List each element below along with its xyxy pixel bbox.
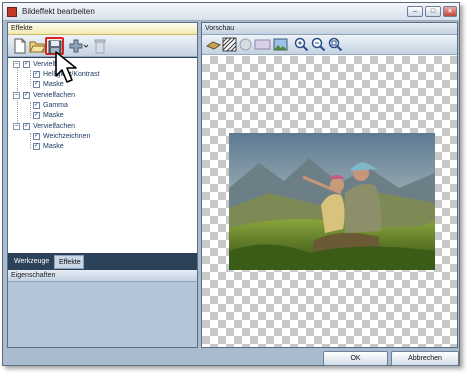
checkbox[interactable]: ✓ (33, 101, 40, 109)
checkbox[interactable]: ✓ (33, 80, 40, 88)
effects-tree: – ✓ Vervielfa ✓ Helligkeit/Kontrast ✓ Maske … (8, 58, 197, 253)
preview-image (229, 133, 435, 270)
app-icon (7, 7, 17, 17)
tree-node-group[interactable]: – ✓ Vervielfachen (13, 122, 75, 132)
preview-header: Vorschau (202, 23, 457, 35)
tree-node-effect[interactable]: ✓ Weichzeichnen (33, 132, 90, 142)
minimize-button[interactable]: – (407, 6, 423, 17)
tree-node-effect[interactable]: ✓ Maske (33, 111, 64, 121)
ok-button[interactable]: OK (323, 351, 388, 366)
effects-header: Effekte (8, 23, 197, 35)
close-button[interactable]: × (443, 6, 457, 17)
preview-canvas[interactable] (202, 56, 457, 347)
checkbox[interactable]: ✓ (33, 142, 40, 150)
delete-icon[interactable] (92, 38, 108, 54)
collapse-icon[interactable]: – (13, 60, 20, 68)
panel-tabs: Werkzeuge Effekte (8, 254, 197, 269)
circle-mask-icon[interactable] (238, 37, 253, 52)
tab-werkzeuge[interactable]: Werkzeuge (10, 255, 53, 269)
maximize-button[interactable]: □ (425, 6, 441, 17)
rect-mask-icon[interactable] (254, 37, 271, 52)
tree-node-effect[interactable]: ✓ Maske (33, 142, 64, 152)
zoom-out-icon[interactable] (311, 37, 326, 52)
open-folder-icon[interactable] (29, 38, 46, 54)
image-icon[interactable] (273, 37, 288, 52)
preview-toolbar (202, 35, 457, 55)
tree-node-group[interactable]: – ✓ Vervielfachen (13, 91, 75, 101)
checkbox[interactable]: ✓ (23, 122, 30, 130)
collapse-icon[interactable]: – (13, 122, 20, 130)
brush-icon[interactable] (205, 37, 222, 52)
properties-header: Eigenschaften (8, 270, 197, 282)
title-bar[interactable]: Bildeffekt bearbeiten – □ × (3, 3, 459, 21)
checkbox[interactable]: ✓ (33, 111, 40, 119)
pattern-icon[interactable] (222, 37, 237, 52)
effects-panel: Effekte – ✓ Vervielfa ✓ Helligkeit/Kontr… (7, 22, 198, 348)
effects-toolbar (8, 35, 197, 57)
checkbox[interactable]: ✓ (23, 91, 30, 99)
checkbox[interactable]: ✓ (23, 60, 30, 68)
properties-panel (8, 282, 197, 347)
preview-panel: Vorschau (201, 22, 458, 348)
tree-node-effect[interactable]: ✓ Gamma (33, 101, 68, 111)
checkbox[interactable]: ✓ (33, 132, 40, 140)
cancel-button[interactable]: Abbrechen (391, 351, 459, 366)
window-title: Bildeffekt bearbeiten (22, 7, 95, 16)
zoom-fit-icon[interactable] (328, 37, 343, 52)
mouse-cursor-icon (52, 50, 82, 86)
collapse-icon[interactable]: – (13, 91, 20, 99)
checkbox[interactable]: ✓ (33, 70, 40, 78)
zoom-in-icon[interactable] (294, 37, 309, 52)
new-file-icon[interactable] (12, 38, 28, 54)
tab-effekte[interactable]: Effekte (54, 255, 84, 269)
